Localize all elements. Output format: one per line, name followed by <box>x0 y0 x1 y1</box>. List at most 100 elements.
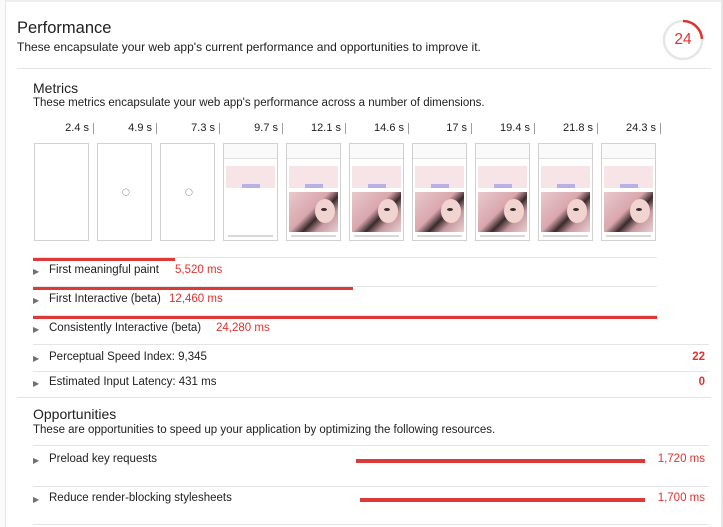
opportunity-label: Preload key requests <box>49 453 158 465</box>
opportunity-savings: 1,720 ms <box>657 453 705 465</box>
filmstrip-time: 9.7 s <box>254 122 278 134</box>
filmstrip-time: 14.6 s <box>374 122 404 134</box>
opportunity-row-divider <box>33 445 709 446</box>
metric-label: Consistently Interactive (beta) <box>49 322 202 334</box>
timeline-tick <box>660 123 661 134</box>
loading-spinner-icon: ◯ <box>122 189 130 196</box>
filmstrip-frame-loading: ◯ <box>160 143 215 241</box>
metric-value: 24,280 ms <box>216 322 270 334</box>
expand-caret-icon[interactable]: ▶ <box>33 267 39 276</box>
footer-preview <box>606 235 651 237</box>
expand-caret-icon[interactable]: ▶ <box>33 495 39 504</box>
top-edge <box>6 0 721 2</box>
eye-image <box>573 208 579 211</box>
filmstrip-frame-blank <box>34 143 89 241</box>
timeline-bar-first-interactive <box>33 287 353 290</box>
eye-image <box>510 208 516 211</box>
section-divider <box>17 397 711 398</box>
metric-perceptual-speed-index[interactable]: ▶ Perceptual Speed Index: 9,345 22 <box>33 351 709 367</box>
eye-image <box>321 208 327 211</box>
filmstrip-time: 17 s <box>446 122 467 134</box>
footer-preview <box>354 235 399 237</box>
opportunity-savings-bar <box>356 459 645 463</box>
opportunity-preload-key-requests[interactable]: ▶ Preload key requests 1,720 ms <box>33 453 709 469</box>
timeline-tick <box>345 123 346 134</box>
opportunity-reduce-render-blocking-stylesheets[interactable]: ▶ Reduce render-blocking stylesheets 1,7… <box>33 492 709 508</box>
filmstrip-frame-rendered <box>538 143 593 241</box>
timeline-tick <box>156 123 157 134</box>
expand-caret-icon[interactable]: ▶ <box>33 296 39 305</box>
filmstrip-frame-rendered <box>349 143 404 241</box>
filmstrip-time: 21.8 s <box>563 122 593 134</box>
metric-score: 22 <box>692 351 705 363</box>
metric-label: Perceptual Speed Index: 9,345 <box>49 351 207 363</box>
page-header-preview <box>287 144 340 159</box>
button-preview <box>557 184 575 188</box>
face-image <box>378 199 398 223</box>
performance-title: Performance <box>17 19 112 37</box>
page-header-preview <box>350 144 403 159</box>
performance-score: 24 <box>674 31 692 48</box>
expand-caret-icon[interactable]: ▶ <box>33 325 39 334</box>
timeline-tick <box>408 123 409 134</box>
timeline-bar-first-meaningful-paint <box>33 258 175 261</box>
eye-image <box>384 208 390 211</box>
timeline-tick <box>471 123 472 134</box>
button-preview <box>494 184 512 188</box>
metric-value: 5,520 ms <box>175 264 223 276</box>
opportunity-row-divider <box>33 486 709 487</box>
left-frame <box>0 0 6 527</box>
footer-preview <box>480 235 525 237</box>
expand-caret-icon[interactable]: ▶ <box>33 456 39 465</box>
opportunity-label: Reduce render-blocking stylesheets <box>49 492 232 504</box>
page-header-preview <box>413 144 466 159</box>
metric-label: Estimated Input Latency: 431 ms <box>49 376 217 388</box>
button-preview <box>368 184 386 188</box>
metric-label: First Interactive (beta) <box>49 293 161 305</box>
filmstrip-frame-rendered <box>475 143 530 241</box>
filmstrip-frame-rendered <box>601 143 656 241</box>
performance-description: These encapsulate your web app's current… <box>17 40 481 54</box>
opportunity-row-divider <box>33 524 709 525</box>
filmstrip-time: 4.9 s <box>128 122 152 134</box>
filmstrip-time: 2.4 s <box>65 122 89 134</box>
footer-preview <box>291 235 336 237</box>
opportunities-description: These are opportunities to speed up your… <box>33 424 496 436</box>
face-image <box>567 199 587 223</box>
footer-preview <box>417 235 462 237</box>
footer-preview <box>543 235 588 237</box>
metric-first-interactive[interactable]: ▶ First Interactive (beta) 12,460 ms <box>33 293 709 309</box>
button-preview <box>431 184 449 188</box>
timeline-bar-consistently-interactive <box>33 316 657 319</box>
metric-consistently-interactive[interactable]: ▶ Consistently Interactive (beta) 24,280… <box>33 322 709 338</box>
timeline-tick <box>93 123 94 134</box>
page-header-preview <box>602 144 655 159</box>
page-header-preview <box>539 144 592 159</box>
face-image <box>630 199 650 223</box>
eye-image <box>447 208 453 211</box>
filmstrip-frame-loading: ◯ <box>97 143 152 241</box>
footer-preview <box>228 235 273 237</box>
button-preview <box>242 184 260 188</box>
page-header-preview <box>224 144 277 159</box>
opportunities-title: Opportunities <box>33 406 117 422</box>
metric-row-divider <box>33 344 709 345</box>
filmstrip-time: 24.3 s <box>626 122 656 134</box>
button-preview <box>305 184 323 188</box>
timeline-tick <box>282 123 283 134</box>
face-image <box>441 199 461 223</box>
timeline-tick <box>219 123 220 134</box>
button-preview <box>620 184 638 188</box>
metric-label: First meaningful paint <box>49 264 159 276</box>
filmstrip-time: 19.4 s <box>500 122 530 134</box>
expand-caret-icon[interactable]: ▶ <box>33 354 39 363</box>
expand-caret-icon[interactable]: ▶ <box>33 379 39 388</box>
metric-score: 0 <box>698 376 705 388</box>
filmstrip-frame-partial <box>223 143 278 241</box>
metric-first-meaningful-paint[interactable]: ▶ First meaningful paint 5,520 ms <box>33 264 709 280</box>
metric-estimated-input-latency[interactable]: ▶ Estimated Input Latency: 431 ms 0 <box>33 376 709 392</box>
eye-image <box>636 208 642 211</box>
filmstrip-frame-rendered <box>286 143 341 241</box>
face-image <box>504 199 524 223</box>
timeline-tick <box>534 123 535 134</box>
